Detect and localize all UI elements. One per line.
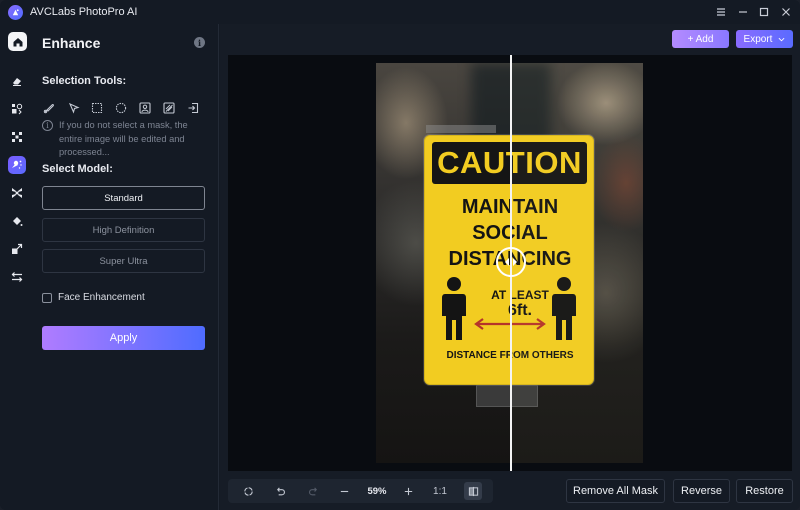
model-standard-button[interactable]: Standard xyxy=(42,186,205,210)
face-enhancement-checkbox[interactable] xyxy=(42,292,52,303)
upscale-icon[interactable] xyxy=(8,240,26,258)
export-button[interactable]: Export xyxy=(736,30,793,48)
panel-title: Enhance xyxy=(42,35,101,51)
paint-bucket-icon[interactable] xyxy=(8,212,26,230)
eraser-icon[interactable] xyxy=(8,72,26,90)
rectangle-select-icon[interactable] xyxy=(90,101,104,115)
model-high-definition-button[interactable]: High Definition xyxy=(42,218,205,242)
face-enhancement-label: Face Enhancement xyxy=(58,292,145,303)
title-bar: AVCLabs PhotoPro AI xyxy=(0,0,800,24)
selection-tools xyxy=(42,101,212,115)
pattern-select-icon[interactable] xyxy=(162,101,176,115)
settings-panel: Enhance i Selection Tools: i If you do n… xyxy=(34,24,219,510)
pointer-icon[interactable] xyxy=(67,101,81,115)
face-icon[interactable] xyxy=(8,184,26,202)
reverse-button[interactable]: Reverse xyxy=(673,479,730,503)
zoom-out-icon[interactable] xyxy=(336,483,352,499)
portrait-select-icon[interactable] xyxy=(138,101,152,115)
close-icon[interactable] xyxy=(778,4,794,20)
select-model-label: Select Model: xyxy=(42,163,113,175)
redo-icon[interactable] xyxy=(305,483,321,499)
compare-split-handle[interactable] xyxy=(496,247,526,277)
home-icon[interactable] xyxy=(8,32,27,51)
split-arrows-icon xyxy=(505,258,517,266)
apply-button[interactable]: Apply xyxy=(42,326,205,350)
background-remove-icon[interactable] xyxy=(8,128,26,146)
mask-hint: If you do not select a mask, the entire … xyxy=(59,120,188,157)
app-window: AVCLabs PhotoPro AI Enhance i Selection … xyxy=(0,0,800,510)
hint-info-icon: i xyxy=(42,120,53,131)
remove-all-mask-button[interactable]: Remove All Mask xyxy=(566,479,665,503)
import-icon[interactable] xyxy=(186,101,200,115)
actual-size-button[interactable]: 1:1 xyxy=(430,483,450,499)
brush-icon[interactable] xyxy=(42,101,56,115)
enhanced-half xyxy=(510,63,643,463)
maximize-icon[interactable] xyxy=(756,4,772,20)
sign-bracket xyxy=(426,125,496,133)
menu-icon[interactable] xyxy=(713,4,729,20)
selection-tools-label: Selection Tools: xyxy=(42,75,127,87)
app-logo-icon xyxy=(8,5,23,20)
minimize-icon[interactable] xyxy=(735,4,751,20)
enhance-sparkle-icon[interactable] xyxy=(8,156,26,174)
image-canvas[interactable]: CAUTION MAINTAIN SOCIAL DISTANCING AT LE… xyxy=(228,55,792,471)
undo-icon[interactable] xyxy=(272,483,288,499)
export-label: Export xyxy=(743,33,773,45)
zoom-level: 59% xyxy=(367,485,387,497)
face-enhancement-row[interactable]: Face Enhancement xyxy=(42,292,145,303)
adjust-sliders-icon[interactable] xyxy=(8,268,26,286)
compare-icon[interactable] xyxy=(464,482,482,500)
add-button[interactable]: + Add xyxy=(672,30,729,48)
model-super-ultra-button[interactable]: Super Ultra xyxy=(42,249,205,273)
zoom-toolbar: 59% 1:1 xyxy=(228,479,493,503)
main-area: + Add Export CAUTION MAINTAIN SOCIAL DIS… xyxy=(220,24,800,510)
app-title: AVCLabs PhotoPro AI xyxy=(30,6,138,18)
chevron-down-icon xyxy=(779,37,785,41)
info-icon[interactable]: i xyxy=(194,37,205,48)
tool-rail xyxy=(0,24,34,510)
ellipse-select-icon[interactable] xyxy=(114,101,128,115)
restore-button[interactable]: Restore xyxy=(736,479,793,503)
reset-icon[interactable] xyxy=(240,483,256,499)
zoom-in-icon[interactable] xyxy=(400,483,416,499)
replace-shapes-icon[interactable] xyxy=(8,100,26,118)
